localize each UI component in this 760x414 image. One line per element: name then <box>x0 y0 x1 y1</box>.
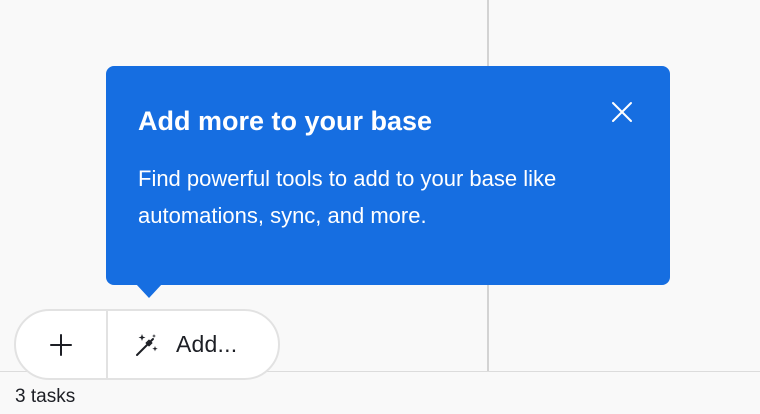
magic-wand-icon <box>136 333 158 356</box>
popover-title: Add more to your base <box>138 106 433 136</box>
popover-body: Find powerful tools to add to your base … <box>138 166 557 228</box>
add-extension-button[interactable]: Add... <box>108 311 278 378</box>
grid-view: 3 tasks Add... Add more to your base Fin… <box>0 0 760 414</box>
add-bar: Add... <box>14 309 280 380</box>
plus-icon <box>50 333 72 356</box>
add-record-button[interactable] <box>16 311 108 378</box>
add-more-popover: Add more to your base Find powerful tool… <box>106 66 670 298</box>
close-popover-button[interactable] <box>610 100 634 124</box>
close-icon <box>612 102 632 122</box>
record-count: 3 tasks <box>15 386 76 407</box>
add-label: Add... <box>176 331 238 357</box>
popover-arrow <box>136 284 162 298</box>
